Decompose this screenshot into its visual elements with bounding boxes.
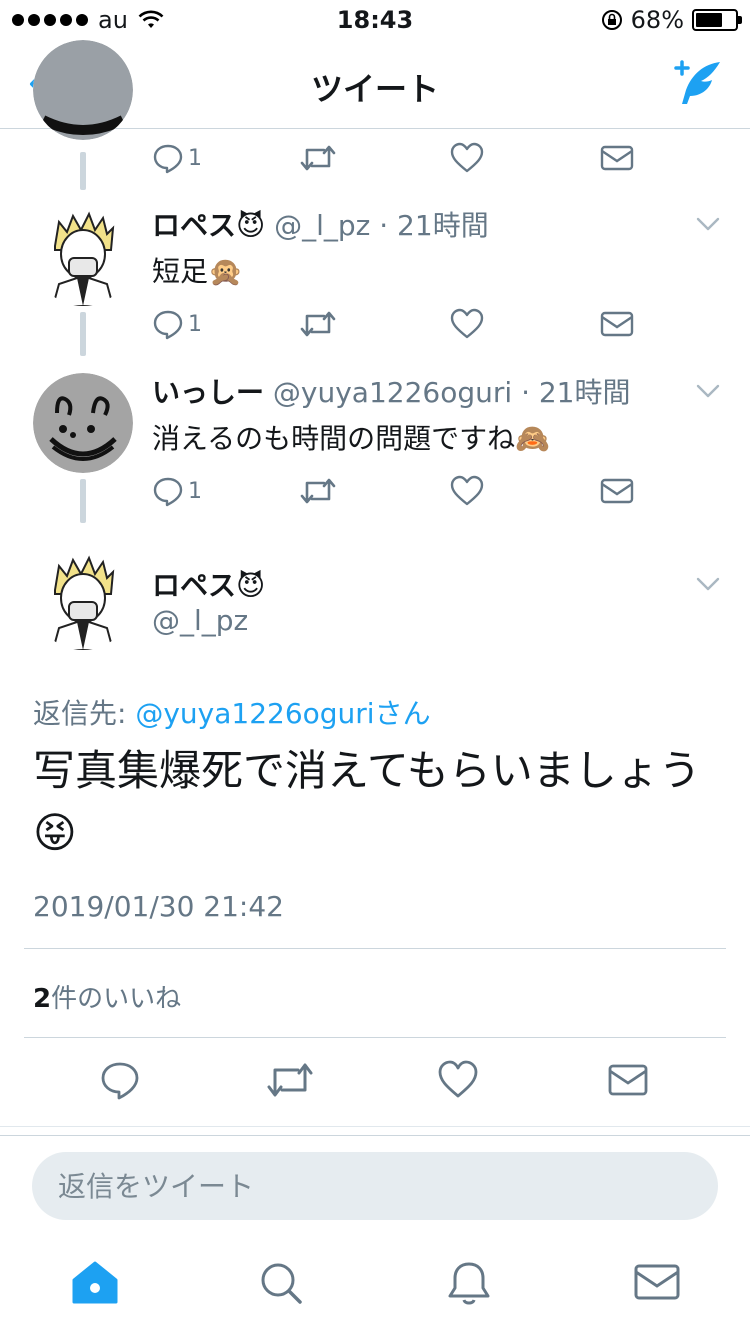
- reply-icon: [153, 144, 183, 174]
- home-icon: [72, 1261, 118, 1304]
- direct-message-button[interactable]: [600, 473, 634, 509]
- tweet[interactable]: ロペス😈 @_l_pz · 21時間 短足🙊 1: [0, 194, 750, 361]
- reply-to-line: 返信先: @yuya1226oguriさん: [33, 692, 431, 732]
- main-tweet-author: ロペス😈 @_l_pz: [0, 538, 750, 650]
- like-button[interactable]: [450, 473, 484, 509]
- thread-connector: [80, 479, 86, 523]
- reply-button[interactable]: 1: [152, 473, 202, 509]
- heart-icon: [450, 475, 484, 506]
- tab-notifications[interactable]: [444, 1260, 494, 1306]
- like-button[interactable]: [450, 140, 484, 176]
- retweet-icon: [267, 1063, 313, 1097]
- reply-input[interactable]: [32, 1152, 718, 1220]
- avatar[interactable]: [33, 550, 133, 650]
- reply-compose-field[interactable]: [32, 1152, 718, 1220]
- divider: [24, 948, 726, 949]
- mail-icon: [600, 311, 634, 337]
- direct-message-button[interactable]: [600, 306, 634, 342]
- retweet-icon: [300, 478, 336, 504]
- like-button[interactable]: [450, 306, 484, 342]
- heart-icon: [450, 142, 484, 173]
- reply-button[interactable]: [100, 1058, 140, 1102]
- avatar-image: [33, 206, 133, 306]
- reply-count: 1: [188, 145, 202, 171]
- username-time: @yuya1226oguri · 21時間: [272, 376, 631, 409]
- search-icon: [261, 1263, 302, 1304]
- thread-connector: [80, 312, 86, 356]
- retweet-button[interactable]: [300, 473, 336, 509]
- battery-percent: 68%: [630, 6, 684, 34]
- reply-count: 1: [188, 478, 202, 504]
- display-name[interactable]: いっしー: [152, 376, 264, 409]
- username: @_l_pz: [152, 604, 249, 637]
- thread-connector: [80, 152, 86, 190]
- tweet[interactable]: いっしー @yuya1226oguri · 21時間 消えるのも時間の問題ですね…: [0, 361, 750, 528]
- retweet-icon: [300, 311, 336, 337]
- username-line: @_l_pz: [152, 604, 248, 637]
- display-name[interactable]: ロペス😈: [152, 569, 265, 602]
- status-bar: au 18:43 68%: [0, 0, 750, 40]
- avatar[interactable]: [33, 40, 133, 140]
- battery-status: 68%: [601, 6, 742, 34]
- battery-icon: [692, 9, 742, 31]
- retweet-icon: [300, 145, 336, 171]
- username-time: @_l_pz · 21時間: [274, 209, 489, 242]
- tweet-actions: 1: [152, 140, 634, 176]
- tweet-text: 短足🙊: [152, 255, 243, 288]
- reply-to-user-link[interactable]: @yuya1226oguriさん: [135, 697, 430, 730]
- chevron-down-icon[interactable]: [696, 216, 720, 232]
- likes-label: 件のいいね: [51, 984, 182, 1014]
- tweet-header: いっしー @yuya1226oguri · 21時間: [152, 371, 631, 411]
- reply-to-label: 返信先:: [33, 697, 136, 730]
- heart-icon: [438, 1060, 478, 1098]
- divider: [24, 1037, 726, 1038]
- reply-button[interactable]: 1: [152, 306, 202, 342]
- mail-icon: [600, 478, 634, 504]
- like-button[interactable]: [438, 1058, 478, 1102]
- reply-count: 1: [188, 311, 202, 337]
- tab-messages[interactable]: [632, 1260, 682, 1306]
- tab-bar: [0, 1240, 750, 1334]
- tweet-actions: 1: [152, 306, 634, 342]
- chevron-down-icon[interactable]: [696, 576, 720, 592]
- rotation-lock-icon: [601, 10, 622, 30]
- tab-search[interactable]: [256, 1260, 306, 1306]
- mail-icon: [608, 1064, 648, 1096]
- direct-message-button[interactable]: [600, 140, 634, 176]
- reply-icon: [101, 1062, 139, 1100]
- avatar-image: [33, 373, 133, 473]
- tweet-header: ロペス😈: [152, 564, 265, 604]
- tweet-partial[interactable]: 1: [0, 40, 750, 194]
- main-tweet-actions: [0, 1058, 750, 1106]
- compose-tweet-button[interactable]: [668, 58, 724, 110]
- messages-icon: [634, 1264, 680, 1300]
- section-separator: [0, 1126, 750, 1136]
- tweet-header: ロペス😈 @_l_pz · 21時間: [152, 204, 489, 244]
- compose-tweet-icon: [674, 60, 720, 104]
- tweet-timestamp: 2019/01/30 21:42: [33, 890, 284, 923]
- retweet-button[interactable]: [300, 306, 336, 342]
- tab-home[interactable]: [70, 1260, 120, 1306]
- likes-count: 2: [33, 984, 52, 1014]
- retweet-button[interactable]: [300, 140, 336, 176]
- avatar[interactable]: [33, 373, 133, 473]
- reply-icon: [153, 310, 183, 340]
- tweet-text: 消えるのも時間の問題ですね🙈: [152, 422, 551, 455]
- likes-summary[interactable]: 2件のいいね: [33, 978, 181, 1015]
- main-tweet-text: 写真集爆死で消えてもらいましょう😝: [33, 746, 701, 857]
- avatar-image: [33, 40, 133, 140]
- avatar[interactable]: [33, 206, 133, 306]
- reply-button[interactable]: 1: [152, 140, 202, 176]
- display-name[interactable]: ロペス😈: [152, 209, 265, 242]
- avatar-image: [33, 550, 133, 650]
- notifications-icon: [448, 1262, 490, 1305]
- reply-icon: [153, 477, 183, 507]
- chevron-down-icon[interactable]: [696, 383, 720, 399]
- retweet-button[interactable]: [266, 1058, 314, 1102]
- heart-icon: [450, 308, 484, 339]
- direct-message-button[interactable]: [608, 1058, 648, 1102]
- tweet-actions: 1: [152, 473, 634, 509]
- mail-icon: [600, 145, 634, 171]
